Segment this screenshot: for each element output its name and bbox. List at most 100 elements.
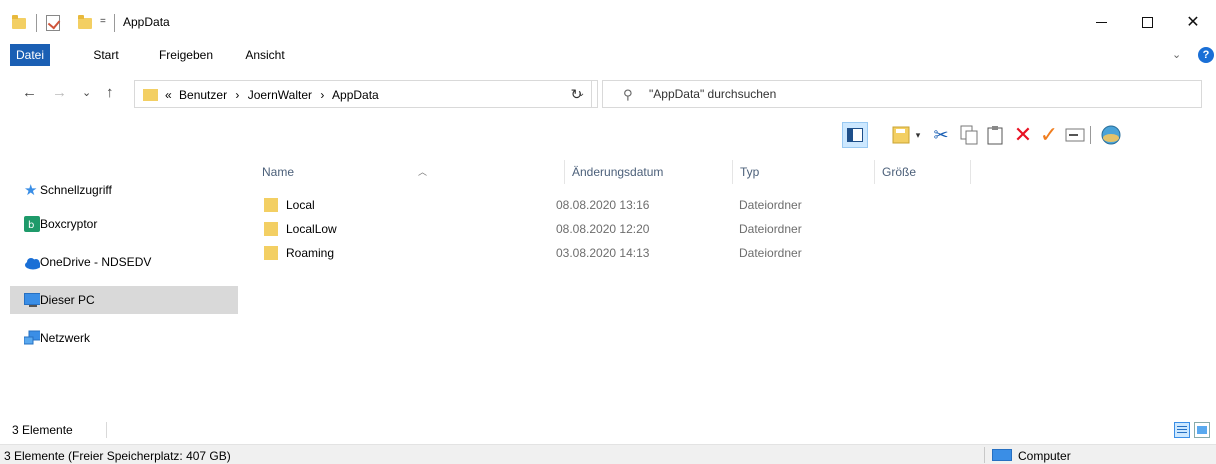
column-header-type[interactable]: Typ [732,160,874,184]
ribbon-expand-icon[interactable]: ⌄ [1172,48,1181,61]
item-count: 3 Elemente [12,423,73,437]
free-space-text: 3 Elemente (Freier Speicherplatz: 407 GB… [4,449,231,463]
column-header-size[interactable]: Größe [874,160,970,184]
column-header-name[interactable]: Name ︿ [254,160,564,184]
rename-icon [1065,128,1085,142]
large-icons-view-button[interactable] [1194,422,1210,438]
cloud-icon [25,258,40,270]
recent-locations-button[interactable]: ⌄ [82,86,91,99]
delete-icon[interactable]: ✕ [1010,122,1036,148]
paste-button[interactable] [982,122,1008,148]
paste-icon [987,126,1003,145]
table-row[interactable]: Roaming 03.08.2020 14:13 Dateiordner [260,242,960,264]
new-folder-icon[interactable] [78,15,92,29]
sidebar-item-label: Boxcryptor [40,217,98,231]
svg-text:b: b [28,220,34,231]
tab-start[interactable]: Start [82,44,130,66]
sidebar-item-this-pc[interactable]: Dieser PC [10,286,238,314]
quick-access-dropdown[interactable]: = [100,16,106,27]
sidebar-item-label: Schnellzugriff [40,183,112,197]
folder-icon [264,246,278,260]
tab-file[interactable]: Datei [10,44,50,66]
sidebar-item-boxcryptor[interactable]: b Boxcryptor [10,210,238,238]
path-overflow[interactable]: « [165,88,172,102]
breadcrumb-item[interactable]: Benutzer [179,88,227,102]
column-divider[interactable] [970,160,971,184]
tab-view[interactable]: Ansicht [238,44,292,66]
divider [984,447,985,463]
properties-button[interactable] [888,122,914,148]
globe-icon [1101,125,1121,145]
breadcrumb-item[interactable]: AppData [332,88,379,102]
search-icon: ⚲ [623,87,633,102]
pane-icon [847,128,863,142]
large-icons-view-icon [1197,426,1207,434]
boxcryptor-icon: b [24,216,40,232]
location-text: Computer [1018,449,1071,463]
chevron-down-icon[interactable]: ▾ [912,122,924,148]
ribbon-tabs: Datei Start Freigeben Ansicht ⌄ ? [0,44,1216,66]
sort-ascending-icon: ︿ [418,167,428,177]
sidebar-item-quick-access[interactable]: ★ Schnellzugriff [10,176,238,204]
divider [36,14,37,32]
column-label: Name [262,165,295,179]
breadcrumb-separator[interactable]: › [235,88,239,102]
divider [106,422,107,438]
computer-icon [24,293,40,307]
status-bar: 3 Elemente [0,418,1216,442]
file-type: Dateiordner [739,222,802,236]
search-box[interactable]: ⚲ [602,80,1202,108]
sidebar-item-label: Dieser PC [40,293,95,307]
sidebar-item-label: OneDrive - NDSEDV [40,255,152,269]
column-header-date[interactable]: Änderungsdatum [564,160,732,184]
preview-pane-button[interactable] [842,122,868,148]
file-date: 08.08.2020 13:16 [556,198,650,212]
file-type: Dateiordner [739,198,802,212]
sidebar-item-onedrive[interactable]: OneDrive - NDSEDV [10,248,238,276]
file-date: 03.08.2020 14:13 [556,246,650,260]
copy-button[interactable] [956,122,982,148]
maximize-button[interactable] [1124,0,1170,44]
folder-icon [264,198,278,212]
navigation-pane: ★ Schnellzugriff b Boxcryptor OneDrive -… [0,152,240,414]
details-view-button[interactable] [1174,422,1190,438]
properties-icon[interactable] [46,15,60,31]
address-bar[interactable]: « Benutzer › JoernWalter › AppData ⌄ [134,80,598,108]
sidebar-item-network[interactable]: Netzwerk [10,324,238,352]
back-button[interactable]: ← [22,84,37,101]
details-view-icon [1177,426,1187,433]
tab-share[interactable]: Freigeben [148,44,224,66]
boxcryptor-button[interactable] [1098,122,1124,148]
sidebar-item-label: Netzwerk [40,331,91,345]
details-status-bar: 3 Elemente (Freier Speicherplatz: 407 GB… [0,444,1216,464]
navigation-bar: ← → ⌄ ↑ « Benutzer › JoernWalter › AppDa… [0,78,1216,110]
file-name: Roaming [286,246,335,260]
file-list: Name ︿ Änderungsdatum Typ Größe Local 08… [240,152,1216,414]
refresh-button[interactable]: ↻ [562,80,592,108]
command-toolbar: ▾ ✂ ✕ ✓ [830,118,1216,152]
table-row[interactable]: LocalLow 08.08.2020 12:20 Dateiordner [260,218,960,240]
breadcrumb-separator[interactable]: › [320,88,324,102]
up-button[interactable]: ↑ [106,84,114,101]
help-icon[interactable]: ? [1198,47,1214,63]
star-icon: ★ [24,182,38,199]
table-row[interactable]: Local 08.08.2020 13:16 Dateiordner [260,194,960,216]
properties-icon [892,126,910,144]
search-input[interactable] [649,85,1189,103]
close-button[interactable]: ✕ [1170,0,1216,44]
minimize-button[interactable] [1078,0,1124,44]
breadcrumb-item[interactable]: JoernWalter [248,88,312,102]
check-icon[interactable]: ✓ [1036,122,1062,148]
folder-icon [12,15,26,29]
explorer-window: = AppData ✕ Datei Start Freigeben Ansich… [0,0,1216,464]
breadcrumb: « Benutzer › JoernWalter › AppData [165,88,379,102]
folder-icon [143,89,158,101]
file-date: 08.08.2020 12:20 [556,222,650,236]
cut-icon[interactable]: ✂ [928,122,954,148]
maximize-icon [1141,16,1153,28]
rename-button[interactable] [1062,122,1088,148]
minimize-icon [1095,21,1107,23]
file-name: Local [286,198,315,212]
forward-button[interactable]: → [52,84,67,101]
window-title: AppData [123,15,170,29]
